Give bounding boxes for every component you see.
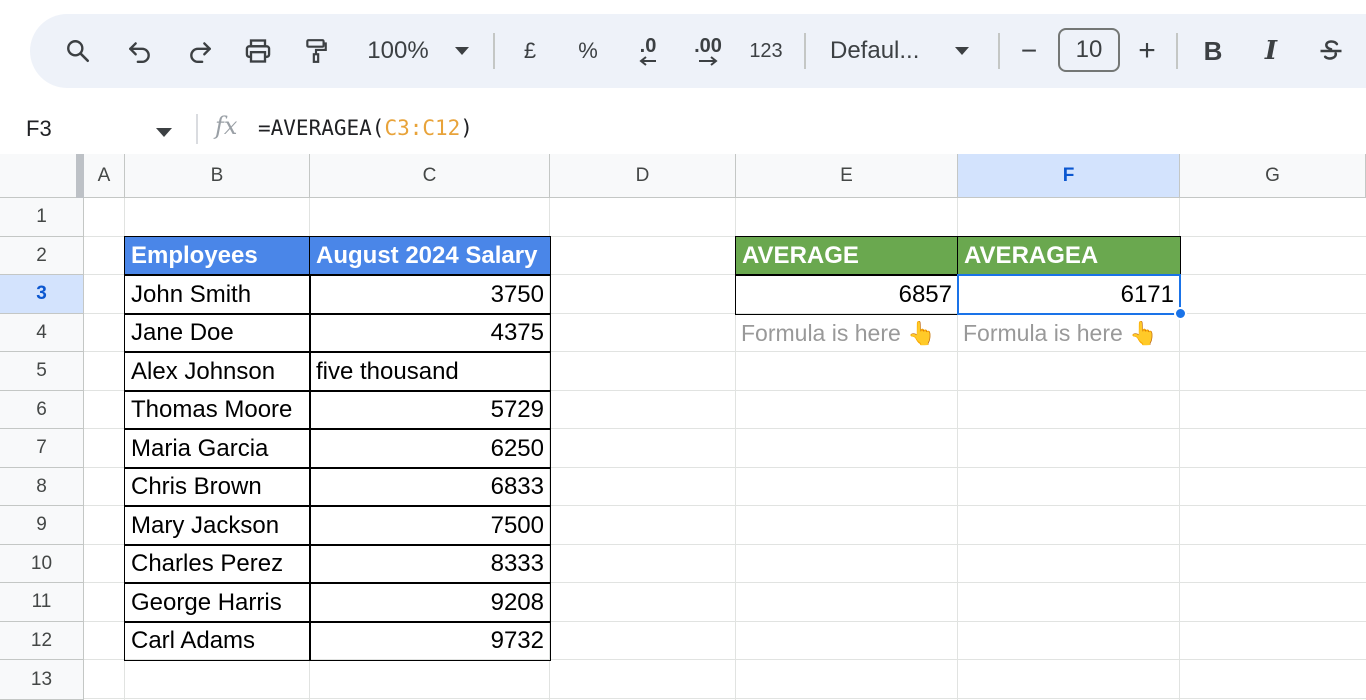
header-cell-salary[interactable]: August 2024 Salary xyxy=(309,236,551,276)
freeze-handle[interactable] xyxy=(76,154,84,198)
font-family-select[interactable]: Defaul... xyxy=(830,14,934,88)
toolbar-divider xyxy=(998,33,1000,69)
undo-icon[interactable] xyxy=(120,14,160,88)
font-dropdown-icon[interactable] xyxy=(950,14,974,88)
increase-decimal-button[interactable]: .00 xyxy=(686,14,730,88)
row-header-12[interactable]: 12 xyxy=(0,622,84,660)
employee-name-cell[interactable]: Maria Garcia xyxy=(124,428,311,469)
employee-name-cell[interactable]: Carl Adams xyxy=(124,621,311,661)
employee-name-cell[interactable]: John Smith xyxy=(124,274,311,315)
employee-name-cell[interactable]: George Harris xyxy=(124,582,311,623)
row-header-5[interactable]: 5 xyxy=(0,352,84,391)
fx-icon: fx xyxy=(215,112,238,140)
paint-format-icon[interactable] xyxy=(296,14,336,88)
gridline xyxy=(84,698,1366,699)
salary-cell[interactable]: 8333 xyxy=(309,544,551,584)
column-header-f[interactable]: F xyxy=(958,154,1180,198)
salary-cell[interactable]: 9732 xyxy=(309,621,551,661)
formula-range: C3:C12 xyxy=(384,116,461,140)
salary-cell[interactable]: 6833 xyxy=(309,467,551,507)
row-header-8[interactable]: 8 xyxy=(0,468,84,506)
formula-prefix: =AVERAGEA( xyxy=(258,116,385,140)
fill-handle[interactable] xyxy=(1174,307,1187,320)
spreadsheet-grid[interactable]: A B C D E F G 1 2 3 4 5 6 7 8 9 10 11 12… xyxy=(0,154,1366,700)
arrow-right-icon xyxy=(698,56,718,66)
employee-name-cell[interactable]: Charles Perez xyxy=(124,544,311,584)
row-header-11[interactable]: 11 xyxy=(0,583,84,622)
column-header-b[interactable]: B xyxy=(125,154,310,198)
strikethrough-icon[interactable] xyxy=(1314,14,1348,88)
bold-button[interactable]: B xyxy=(1198,14,1228,88)
employee-name-cell[interactable]: Jane Doe xyxy=(124,313,311,353)
formula-input[interactable]: =AVERAGEA(C3:C12) xyxy=(258,116,473,140)
zoom-dropdown-icon[interactable] xyxy=(450,14,474,88)
row-header-13[interactable]: 13 xyxy=(0,660,84,700)
column-header-e[interactable]: E xyxy=(736,154,958,198)
italic-button[interactable]: I xyxy=(1256,14,1286,88)
header-cell-employees[interactable]: Employees xyxy=(124,236,311,276)
employee-name-cell[interactable]: Chris Brown xyxy=(124,467,311,507)
salary-cell[interactable]: 6250 xyxy=(309,428,551,469)
decrease-decimal-button[interactable]: .0 xyxy=(628,14,668,88)
toolbar-divider xyxy=(1176,33,1178,69)
salary-cell[interactable]: 9208 xyxy=(309,582,551,623)
column-header-g[interactable]: G xyxy=(1180,154,1366,198)
column-header-c[interactable]: C xyxy=(310,154,550,198)
zoom-select[interactable]: 100% xyxy=(356,14,440,88)
column-header-d[interactable]: D xyxy=(550,154,736,198)
row-header-7[interactable]: 7 xyxy=(0,429,84,468)
row-header-9[interactable]: 9 xyxy=(0,506,84,545)
column-header-a[interactable]: A xyxy=(84,154,125,198)
salary-cell[interactable]: 5729 xyxy=(309,390,551,430)
average-value-cell[interactable]: 6857 xyxy=(735,274,959,315)
toolbar: 100% £ % .0 .00 123 Defaul... − 10 + B I xyxy=(30,14,1366,88)
row-header-6[interactable]: 6 xyxy=(0,391,84,429)
formula-bar: F3 fx =AVERAGEA(C3:C12) xyxy=(0,104,1366,154)
formula-note-e[interactable]: Formula is here 👆 xyxy=(735,313,957,353)
employee-name-cell[interactable]: Mary Jackson xyxy=(124,505,311,546)
average-header-cell[interactable]: AVERAGE xyxy=(735,236,959,276)
select-all-corner[interactable] xyxy=(0,154,84,198)
employee-name-cell[interactable]: Alex Johnson xyxy=(124,351,311,392)
row-header-1[interactable]: 1 xyxy=(0,198,84,237)
name-box[interactable]: F3 xyxy=(26,116,52,142)
search-icon[interactable] xyxy=(58,14,98,88)
percent-button[interactable]: % xyxy=(572,14,604,88)
redo-icon[interactable] xyxy=(180,14,220,88)
salary-cell[interactable]: 7500 xyxy=(309,505,551,546)
decrease-font-size-button[interactable]: − xyxy=(1014,14,1044,88)
formula-note-f[interactable]: Formula is here 👆 xyxy=(957,313,1179,353)
number-format-button[interactable]: 123 xyxy=(744,14,788,88)
row-header-4[interactable]: 4 xyxy=(0,314,84,352)
employee-name-cell[interactable]: Thomas Moore xyxy=(124,390,311,430)
row-header-10[interactable]: 10 xyxy=(0,545,84,583)
formula-suffix: ) xyxy=(460,116,473,140)
arrow-left-icon xyxy=(639,56,657,66)
toolbar-divider xyxy=(804,33,806,69)
salary-cell[interactable]: 4375 xyxy=(309,313,551,353)
row-header-3[interactable]: 3 xyxy=(0,275,84,314)
zoom-value: 100% xyxy=(367,37,429,64)
toolbar-divider xyxy=(493,33,495,69)
salary-cell[interactable]: 3750 xyxy=(309,274,551,315)
currency-button[interactable]: £ xyxy=(514,14,546,88)
toolbar-area: 100% £ % .0 .00 123 Defaul... − 10 + B I xyxy=(0,0,1366,104)
salary-cell[interactable]: five thousand xyxy=(309,351,551,392)
print-icon[interactable] xyxy=(238,14,278,88)
averagea-value-cell[interactable]: 6171 xyxy=(957,274,1181,315)
formula-bar-divider xyxy=(196,114,198,144)
row-header-2[interactable]: 2 xyxy=(0,237,84,275)
font-size-input[interactable]: 10 xyxy=(1058,28,1120,72)
increase-font-size-button[interactable]: + xyxy=(1132,14,1162,88)
averagea-header-cell[interactable]: AVERAGEA xyxy=(957,236,1181,276)
chevron-down-icon[interactable] xyxy=(156,124,172,142)
